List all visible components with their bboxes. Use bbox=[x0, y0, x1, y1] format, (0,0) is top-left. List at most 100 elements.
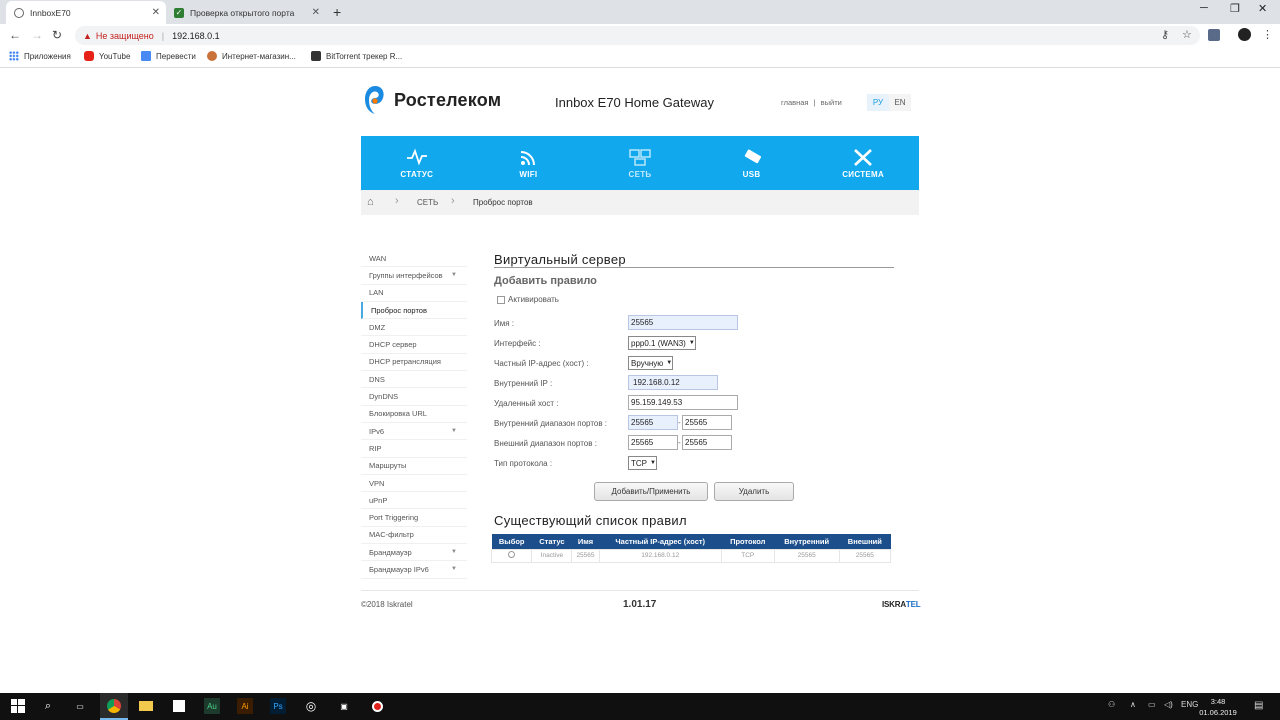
tab-port-check[interactable]: ✓ Проверка открытого порта ✕ bbox=[166, 1, 326, 24]
lang-en-button[interactable]: EN bbox=[889, 94, 911, 111]
sidebar-item[interactable]: DHCP ретрансляция bbox=[361, 354, 467, 372]
chevron-down-icon[interactable]: ▼ bbox=[451, 549, 457, 555]
store-icon[interactable] bbox=[171, 698, 187, 714]
bookmark-apps[interactable]: Приложения bbox=[9, 51, 71, 61]
photoshop-icon[interactable]: Ps bbox=[270, 698, 286, 714]
sidebar-item[interactable]: LAN bbox=[361, 285, 467, 302]
internal-ip-input[interactable]: 192.168.0.12 bbox=[628, 375, 718, 390]
sidebar-item[interactable]: Port Triggering bbox=[361, 509, 467, 527]
dropdown-arrow-icon: ▼ bbox=[650, 460, 656, 466]
footer-divider bbox=[361, 590, 919, 591]
task-view-icon[interactable]: ▭ bbox=[72, 698, 88, 714]
menu-icon[interactable]: ⋮ bbox=[1262, 28, 1273, 41]
activate-checkbox-row[interactable]: Активировать bbox=[497, 295, 559, 304]
notifications-icon[interactable]: ▤ bbox=[1254, 700, 1263, 711]
sidebar-item[interactable]: DHCP сервер bbox=[361, 336, 467, 354]
sidebar-item[interactable]: RIP bbox=[361, 440, 467, 458]
delete-button[interactable]: Удалить bbox=[714, 482, 794, 501]
chrome-taskbar-icon[interactable] bbox=[100, 693, 128, 720]
private-ip-select[interactable]: Вручную ▼ bbox=[628, 356, 674, 370]
sidebar-item[interactable]: DNS bbox=[361, 371, 467, 389]
tray-chevron-icon[interactable]: ∧ bbox=[1130, 700, 1136, 709]
breadcrumb-section[interactable]: СЕТЬ bbox=[417, 198, 438, 207]
back-icon[interactable]: ← bbox=[9, 28, 21, 42]
recorder-icon[interactable] bbox=[369, 698, 385, 714]
sidebar-item[interactable]: DynDNS bbox=[361, 388, 467, 406]
extension-icon[interactable] bbox=[1208, 29, 1220, 41]
close-icon[interactable]: ✕ bbox=[312, 7, 320, 18]
protocol-select[interactable]: TCP ▼ bbox=[628, 456, 657, 470]
name-input[interactable]: 25565 bbox=[628, 315, 738, 330]
people-icon[interactable]: ⚇ bbox=[1108, 700, 1115, 709]
reload-icon[interactable]: ↻ bbox=[52, 28, 62, 42]
nav-network[interactable]: СЕТЬ bbox=[584, 136, 696, 190]
bookmark-youtube[interactable]: YouTube bbox=[84, 51, 130, 61]
logout-link[interactable]: выйти bbox=[821, 98, 842, 107]
sidebar-item[interactable]: IPv6 ▼ bbox=[361, 423, 467, 441]
system-clock[interactable]: 3:48 01.06.2019 bbox=[1198, 696, 1238, 718]
nav-wifi[interactable]: WIFI bbox=[473, 136, 585, 190]
external-range-to-input[interactable]: 25565 bbox=[682, 435, 732, 450]
sidebar-item[interactable]: DMZ bbox=[361, 319, 467, 337]
sidebar-item[interactable]: Брандмауэр ▼ bbox=[361, 544, 467, 562]
sidebar-item[interactable]: Брандмауэр IPv6 ▼ bbox=[361, 561, 467, 579]
bookmark-translate[interactable]: Перевести bbox=[141, 51, 196, 61]
external-range-from-input[interactable]: 25565 bbox=[628, 435, 678, 450]
virtual-server-form: Виртуальный сервер Добавить правило Акти… bbox=[494, 250, 894, 510]
sidebar-item[interactable]: VPN bbox=[361, 475, 467, 493]
omnibox[interactable]: ▲ Не защищено | 192.168.0.1 bbox=[75, 26, 1200, 45]
close-icon[interactable]: ✕ bbox=[152, 7, 160, 18]
windows-start-icon[interactable] bbox=[10, 698, 26, 714]
forward-icon[interactable]: → bbox=[31, 28, 43, 42]
volume-icon[interactable]: ◁) bbox=[1164, 700, 1173, 709]
row-select-radio[interactable] bbox=[508, 551, 516, 558]
close-window-icon[interactable]: ✕ bbox=[1258, 2, 1267, 15]
chevron-down-icon[interactable]: ▼ bbox=[451, 272, 457, 278]
activate-checkbox[interactable] bbox=[497, 295, 505, 304]
sidebar-item[interactable]: Группы интерфейсов ▼ bbox=[361, 267, 467, 285]
minimize-icon[interactable]: ─ bbox=[1200, 2, 1208, 14]
dropdown-arrow-icon: ▼ bbox=[688, 340, 695, 346]
lang-ru-button[interactable]: РУ bbox=[867, 94, 889, 111]
restore-icon[interactable]: ❐ bbox=[1230, 2, 1240, 15]
search-icon[interactable]: ⌕ bbox=[40, 698, 56, 714]
network-tray-icon[interactable]: ▭ bbox=[1148, 700, 1156, 709]
input-language[interactable]: ENG bbox=[1181, 700, 1198, 709]
nav-usb[interactable]: USB bbox=[696, 136, 808, 190]
audition-icon[interactable]: Au bbox=[204, 698, 220, 714]
internal-range-from-input[interactable]: 25565 bbox=[628, 415, 678, 430]
sidebar-item[interactable]: Блокировка URL bbox=[361, 406, 467, 423]
sidebar-item[interactable]: uPnP bbox=[361, 492, 467, 510]
interface-select[interactable]: ppp0.1 (WAN3) ▼ bbox=[628, 336, 696, 350]
bookmark-bittorrent[interactable]: BitTorrent трекер R... bbox=[311, 51, 402, 61]
column-header: Частный IP-адрес (хост) bbox=[599, 534, 722, 549]
nav-status[interactable]: СТАТУС bbox=[361, 136, 473, 190]
home-icon[interactable]: ⌂ bbox=[367, 196, 374, 208]
sidebar-item[interactable]: Маршруты bbox=[361, 458, 467, 475]
file-explorer-icon[interactable] bbox=[138, 698, 154, 714]
select-cell[interactable] bbox=[490, 548, 533, 563]
sidebar-item[interactable]: Проброс портов bbox=[361, 301, 467, 320]
sidebar-item[interactable]: MAC-фильтр bbox=[361, 527, 467, 545]
remote-host-input[interactable]: 95.159.149.53 bbox=[628, 395, 738, 410]
star-icon[interactable]: ☆ bbox=[1182, 28, 1192, 41]
video-editor-icon[interactable]: ▣ bbox=[336, 698, 352, 714]
tab-innbox[interactable]: InnboxE70 ✕ bbox=[6, 1, 166, 24]
profile-avatar[interactable] bbox=[1238, 28, 1251, 41]
nav-system[interactable]: СИСТЕМА bbox=[807, 136, 919, 190]
firmware-version: 1.01.17 bbox=[623, 599, 657, 610]
home-link[interactable]: главная bbox=[781, 98, 808, 107]
bookmark-shop[interactable]: Интернет-магазин... bbox=[207, 51, 296, 61]
chevron-down-icon[interactable]: ▼ bbox=[451, 428, 457, 434]
rostelecom-logo[interactable]: Ростелеком bbox=[364, 84, 501, 116]
steam-icon[interactable]: ◎ bbox=[303, 698, 319, 714]
new-tab-icon[interactable]: + bbox=[333, 4, 341, 20]
key-icon[interactable]: ⚷ bbox=[1161, 28, 1169, 41]
sidebar-item-label: Маршруты bbox=[369, 461, 407, 471]
internal-range-to-input[interactable]: 25565 bbox=[682, 415, 732, 430]
apply-button[interactable]: Добавить/Применить bbox=[594, 482, 708, 501]
chevron-down-icon[interactable]: ▼ bbox=[451, 566, 457, 572]
illustrator-icon[interactable]: Ai bbox=[237, 698, 253, 714]
sidebar-item[interactable]: WAN bbox=[361, 250, 467, 268]
clock-time: 3:48 bbox=[1210, 697, 1226, 706]
